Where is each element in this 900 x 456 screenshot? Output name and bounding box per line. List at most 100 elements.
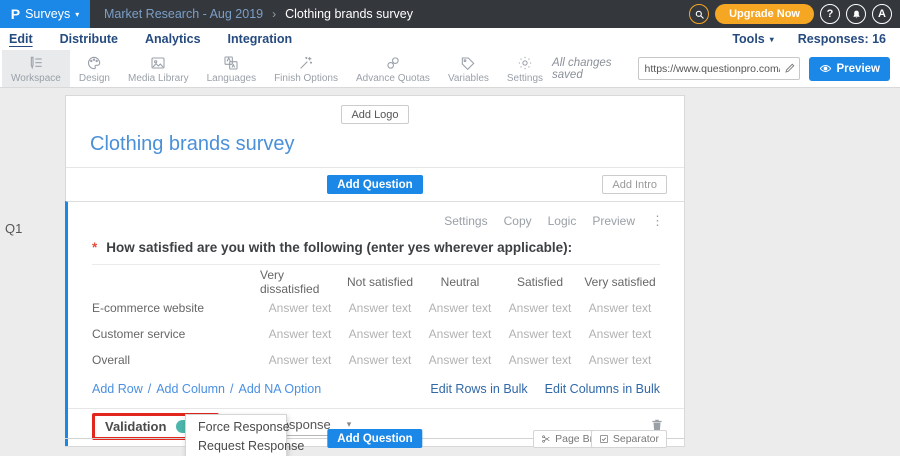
tool-label: Design — [79, 73, 110, 84]
matrix-answer-cell[interactable]: Answer text — [420, 321, 500, 347]
matrix-links-row: Add Row / Add Column / Add NA Option Edi… — [92, 382, 660, 396]
add-question-button-top[interactable]: Add Question — [327, 175, 422, 194]
add-logo-button[interactable]: Add Logo — [341, 105, 408, 124]
matrix-answer-cell[interactable]: Answer text — [260, 321, 340, 347]
row-column-links: Add Row / Add Column / Add NA Option — [92, 382, 321, 396]
matrix-answer-cell[interactable]: Answer text — [420, 347, 500, 373]
question-text[interactable]: *How satisfied are you with the followin… — [92, 240, 660, 255]
tool-workspace[interactable]: Workspace — [2, 50, 70, 87]
matrix-answer-cell[interactable]: Answer text — [260, 347, 340, 373]
tool-label: Variables — [448, 73, 489, 84]
question-preview-link[interactable]: Preview — [592, 214, 635, 228]
matrix-answer-cell[interactable]: Answer text — [580, 321, 660, 347]
matrix-answer-cell[interactable]: Answer text — [500, 347, 580, 373]
tool-finish-options[interactable]: Finish Options — [265, 50, 347, 87]
eye-icon — [819, 62, 832, 75]
survey-title[interactable]: Clothing brands survey — [90, 133, 684, 156]
bulk-edit-links: Edit Rows in Bulk Edit Columns in Bulk — [430, 382, 660, 396]
add-row-link[interactable]: Add Row — [92, 382, 143, 396]
tool-settings[interactable]: Settings — [498, 50, 552, 87]
add-column-link[interactable]: Add Column — [156, 382, 225, 396]
matrix-column-header[interactable]: Very dissatisfied — [260, 269, 340, 295]
product-label: Surveys — [25, 7, 70, 21]
tool-languages[interactable]: Languages — [198, 50, 266, 87]
matrix-column-header[interactable]: Neutral — [420, 269, 500, 295]
notifications-button[interactable] — [846, 4, 866, 24]
chain-links-icon — [385, 55, 401, 71]
responses-count[interactable]: Responses: 16 — [798, 32, 886, 46]
help-button[interactable]: ? — [820, 4, 840, 24]
matrix-answer-cell[interactable]: Answer text — [580, 347, 660, 373]
survey-nav-right: Tools▾ Responses: 16 — [732, 32, 900, 46]
matrix-answer-cell[interactable]: Answer text — [420, 295, 500, 321]
bell-icon — [851, 9, 862, 20]
matrix-table: Very dissatisfied Not satisfied Neutral … — [92, 269, 660, 373]
tool-label: Finish Options — [274, 73, 338, 84]
editor-toolbar: Workspace Design Media Library Languages… — [0, 50, 900, 88]
breadcrumb-separator-icon: › — [272, 7, 276, 21]
tag-icon — [460, 55, 476, 71]
preview-button[interactable]: Preview — [809, 57, 890, 81]
edit-url-button[interactable] — [782, 61, 798, 77]
tool-label: Advance Quotas — [356, 73, 430, 84]
question-logic-link[interactable]: Logic — [548, 214, 577, 228]
tool-label: Settings — [507, 73, 543, 84]
tool-media-library[interactable]: Media Library — [119, 50, 198, 87]
tool-variables[interactable]: Variables — [439, 50, 498, 87]
matrix-answer-cell[interactable]: Answer text — [340, 347, 420, 373]
edit-columns-in-bulk-link[interactable]: Edit Columns in Bulk — [545, 382, 660, 396]
menu-item-force-response[interactable]: Force Response — [186, 417, 286, 436]
pencil-icon — [784, 62, 796, 74]
question-copy-link[interactable]: Copy — [504, 214, 532, 228]
search-button[interactable] — [689, 4, 709, 24]
avatar: A — [878, 8, 886, 20]
editor-workspace: Q1 Add Logo Clothing brands survey Add Q… — [0, 88, 900, 456]
upgrade-button[interactable]: Upgrade Now — [715, 4, 814, 24]
topbar: P Surveys ▾ Market Research - Aug 2019 ›… — [0, 0, 900, 28]
matrix-row-label[interactable]: Overall — [92, 347, 260, 373]
survey-nav: Edit Distribute Analytics Integration To… — [0, 28, 900, 50]
survey-url-wrap — [638, 57, 800, 80]
search-icon — [694, 9, 705, 20]
matrix-row-label[interactable]: E-commerce website — [92, 295, 260, 321]
add-intro-button[interactable]: Add Intro — [602, 175, 667, 194]
breadcrumb-folder-link[interactable]: Market Research - Aug 2019 — [104, 7, 263, 21]
product-switcher[interactable]: P Surveys ▾ — [0, 0, 90, 28]
tab-integration[interactable]: Integration — [228, 32, 293, 47]
breadcrumb-survey-name: Clothing brands survey — [285, 7, 413, 21]
tab-distribute[interactable]: Distribute — [60, 32, 118, 47]
tool-design[interactable]: Design — [70, 50, 119, 87]
tab-analytics[interactable]: Analytics — [145, 32, 201, 47]
matrix-answer-cell[interactable]: Answer text — [340, 295, 420, 321]
menu-item-request-response[interactable]: Request Response — [186, 436, 286, 455]
matrix-answer-cell[interactable]: Answer text — [500, 321, 580, 347]
gear-icon — [517, 55, 533, 71]
matrix-answer-cell[interactable]: Answer text — [340, 321, 420, 347]
add-na-option-link[interactable]: Add NA Option — [239, 382, 322, 396]
matrix-answer-cell[interactable]: Answer text — [580, 295, 660, 321]
more-options-icon[interactable]: ⋮ — [651, 213, 664, 229]
validation-dropdown-menu: Force Response Request Response — [185, 414, 287, 456]
matrix-row-label[interactable]: Customer service — [92, 321, 260, 347]
matrix-answer-cell[interactable]: Answer text — [260, 295, 340, 321]
matrix-answer-cell[interactable]: Answer text — [500, 295, 580, 321]
survey-url-input[interactable] — [638, 57, 800, 80]
matrix-column-header[interactable]: Satisfied — [500, 269, 580, 295]
link-separator: / — [148, 382, 151, 396]
add-question-button-bottom[interactable]: Add Question — [327, 429, 422, 448]
tools-menu[interactable]: Tools▾ — [732, 32, 773, 46]
separator-button[interactable]: Separator — [591, 430, 667, 448]
edit-rows-in-bulk-link[interactable]: Edit Rows in Bulk — [430, 382, 527, 396]
question-settings-link[interactable]: Settings — [444, 214, 487, 228]
topbar-actions: Upgrade Now ? A — [689, 4, 900, 24]
account-button[interactable]: A — [872, 4, 892, 24]
question-block-q1: Settings Copy Logic Preview ⋮ *How satis… — [65, 201, 684, 446]
matrix-column-header[interactable]: Very satisfied — [580, 269, 660, 295]
tab-edit[interactable]: Edit — [9, 32, 33, 47]
tool-label: Media Library — [128, 73, 189, 84]
matrix-column-header[interactable]: Not satisfied — [340, 269, 420, 295]
divider — [92, 264, 660, 265]
link-separator: / — [230, 382, 233, 396]
question-mark-icon: ? — [827, 8, 834, 20]
tool-advance-quotas[interactable]: Advance Quotas — [347, 50, 439, 87]
